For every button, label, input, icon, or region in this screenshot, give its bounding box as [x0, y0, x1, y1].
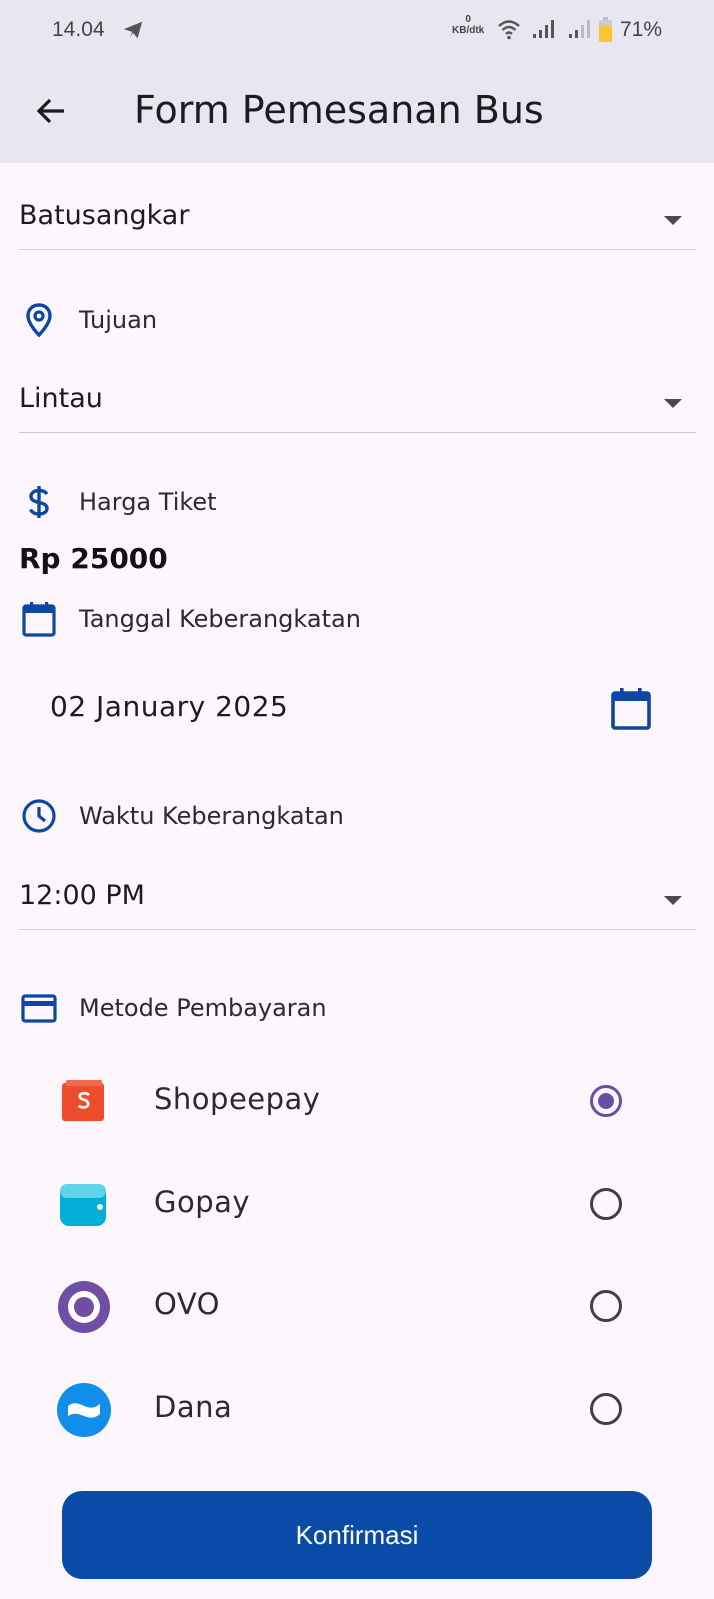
calendar-picker-icon[interactable]	[610, 686, 652, 730]
dropdown-arrow-icon	[664, 896, 682, 905]
wifi-icon	[498, 20, 520, 40]
time-label: Waktu Keberangkatan	[79, 802, 344, 830]
date-value: 02 January 2025	[50, 690, 289, 723]
location-pin-icon	[26, 303, 52, 338]
telegram-icon	[123, 21, 143, 39]
radio-selected[interactable]	[590, 1085, 622, 1117]
date-picker-field[interactable]: 02 January 2025	[19, 676, 696, 740]
calendar-icon	[22, 602, 56, 637]
arrow-back-icon[interactable]	[30, 89, 74, 133]
credit-card-icon	[21, 994, 57, 1023]
payment-label-row: Metode Pembayaran	[19, 988, 619, 1028]
battery-percent: 71%	[620, 18, 663, 41]
payment-option-label: Dana	[154, 1390, 233, 1424]
network-speed: 0 KB/dtk	[452, 14, 485, 36]
status-time: 14.04	[52, 18, 105, 41]
payment-option-label: OVO	[154, 1287, 220, 1321]
payment-option-dana[interactable]: Dana	[0, 1360, 714, 1450]
dropdown-arrow-icon	[664, 399, 682, 408]
ticket-price: Rp 25000	[19, 542, 168, 575]
destination-value: Lintau	[19, 383, 103, 414]
date-label-row: Tanggal Keberangkatan	[19, 599, 619, 639]
time-label-row: Waktu Keberangkatan	[19, 796, 619, 836]
destination-label-row: Tujuan	[19, 300, 619, 340]
status-bar: 14.04 0 KB/dtk 71%	[0, 0, 714, 62]
payment-option-ovo[interactable]: OVO	[0, 1257, 714, 1347]
time-dropdown[interactable]: 12:00 PM	[19, 866, 696, 930]
radio-unselected[interactable]	[590, 1393, 622, 1425]
dana-logo-icon	[57, 1383, 111, 1437]
payment-option-label: Shopeepay	[154, 1082, 321, 1116]
payment-option-shopeepay[interactable]: Shopeepay	[0, 1052, 714, 1142]
origin-dropdown[interactable]: Batusangkar	[19, 186, 696, 250]
date-label: Tanggal Keberangkatan	[79, 605, 361, 633]
destination-dropdown[interactable]: Lintau	[19, 369, 696, 433]
destination-label: Tujuan	[79, 306, 158, 334]
price-label: Harga Tiket	[79, 488, 217, 516]
gopay-logo-icon	[60, 1184, 106, 1226]
ovo-logo-icon	[58, 1281, 110, 1333]
price-label-row: Harga Tiket	[19, 482, 619, 522]
radio-unselected[interactable]	[590, 1290, 622, 1322]
time-value: 12:00 PM	[19, 880, 145, 911]
battery-icon	[599, 17, 612, 42]
signal-weak-icon	[569, 20, 590, 38]
dropdown-arrow-icon	[664, 216, 682, 225]
signal-icon	[533, 20, 554, 38]
payment-label: Metode Pembayaran	[79, 994, 327, 1022]
confirm-button[interactable]: Konfirmasi	[62, 1491, 652, 1579]
payment-option-label: Gopay	[154, 1185, 251, 1219]
app-bar: Form Pemesanan Bus	[0, 62, 714, 163]
dollar-icon	[28, 486, 49, 518]
origin-value: Batusangkar	[19, 200, 190, 231]
page-title: Form Pemesanan Bus	[134, 88, 544, 132]
clock-icon	[22, 799, 56, 833]
radio-unselected[interactable]	[590, 1188, 622, 1220]
payment-option-gopay[interactable]: Gopay	[0, 1155, 714, 1245]
shopeepay-logo-icon	[62, 1080, 104, 1121]
